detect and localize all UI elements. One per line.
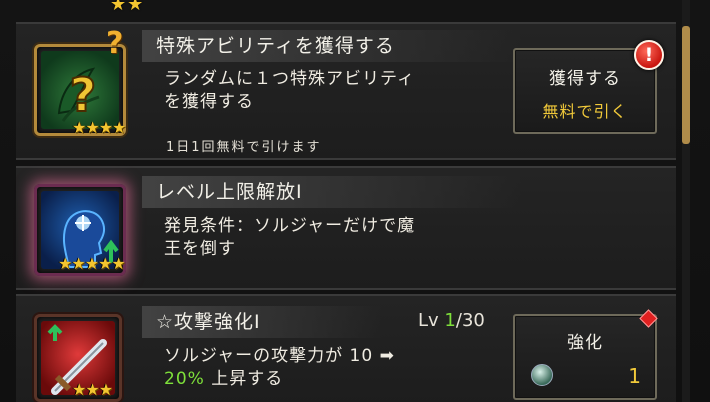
upgrade-material-icon <box>531 364 553 386</box>
level-label: Lv <box>418 310 439 331</box>
level-current: 1 <box>444 310 456 331</box>
effect-percent: 20% <box>164 369 205 389</box>
ability-desc-line1: ランダムに１つ特殊アビリティ <box>164 69 415 89</box>
ability-title: レベル上限解放Ⅰ <box>142 176 522 208</box>
rarity-stars: ★★★ <box>72 380 113 399</box>
rarity-stars: ★★★★★ <box>58 254 126 273</box>
ability-title: ☆攻撃強化Ⅰ <box>142 306 382 338</box>
upgrade-label: 強化 <box>567 333 603 353</box>
ability-list[interactable]: ★★ ? ? ★★★★ 特殊アビリティを獲得する ランダムに１つ特殊アビリティ … <box>0 0 710 402</box>
ability-card-attack-up: ★★★ ☆攻撃強化Ⅰ Lv 1/30 ソルジャーの攻撃力が 10 ➡ 20% 上… <box>16 294 676 402</box>
scrollbar-thumb[interactable] <box>682 26 690 144</box>
previous-item-stars: ★★ <box>110 0 145 15</box>
free-draw-note: 1日1回無料で引けます <box>166 140 322 155</box>
effect-desc-line2: 20% 上昇する <box>164 369 283 390</box>
ability-title: 特殊アビリティを獲得する <box>142 30 522 62</box>
upgrade-button[interactable]: 強化 1 <box>513 314 657 400</box>
acquire-label: 獲得する <box>549 69 621 89</box>
rarity-stars: ★★★★ <box>72 118 126 137</box>
unlock-condition-line2: 王を倒す <box>164 239 236 259</box>
ability-card-level-cap: ★★★★★ レベル上限解放Ⅰ 発見条件：ソルジャーだけで魔 王を倒す <box>16 166 676 290</box>
alert-icon: ! <box>634 40 664 70</box>
free-draw-label: 無料で引く <box>542 102 628 121</box>
svg-text:?: ? <box>70 68 97 122</box>
upgrade-cost: 1 <box>628 364 641 388</box>
unlock-condition-line1: 発見条件：ソルジャーだけで魔 <box>164 216 416 236</box>
level-indicator: Lv 1/30 <box>418 310 485 331</box>
level-max: /30 <box>455 310 485 331</box>
ability-card-special: ? ? ★★★★ 特殊アビリティを獲得する ランダムに１つ特殊アビリティ を獲得… <box>16 22 676 160</box>
effect-desc-line1: ソルジャーの攻撃力が 10 ➡ <box>164 346 395 366</box>
ability-desc-line2: を獲得する <box>164 92 254 112</box>
question-mark-icon: ? <box>106 26 124 61</box>
effect-desc-rest: 上昇する <box>204 369 284 389</box>
